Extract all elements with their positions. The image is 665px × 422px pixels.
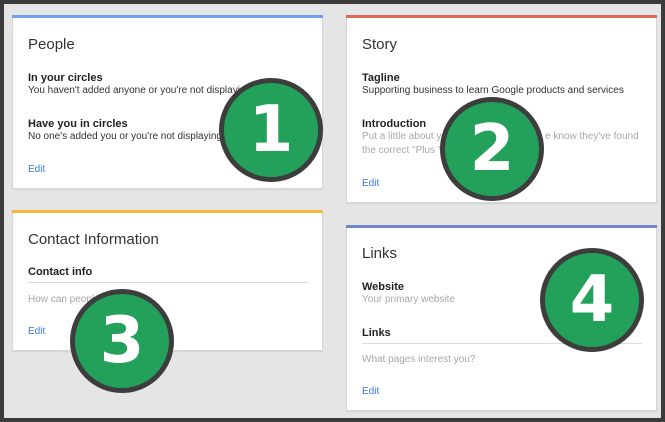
- introduction-text-line2: the correct "Plus Y: [362, 145, 445, 156]
- people-accent-bar: [12, 15, 323, 18]
- links-accent-bar: [346, 225, 657, 228]
- links-placeholder[interactable]: What pages interest you?: [362, 354, 475, 365]
- introduction-text-line1: Put a little about y: [362, 131, 442, 142]
- badge-3: 3: [70, 289, 174, 393]
- introduction-text-line1-end: e know they've found: [545, 131, 639, 142]
- in-circles-text: You haven't added anyone or you're not d…: [28, 85, 252, 96]
- tagline-label: Tagline: [362, 72, 400, 84]
- contact-info-divider: [28, 282, 308, 283]
- in-circles-label: In your circles: [28, 72, 103, 84]
- website-label: Website: [362, 281, 404, 293]
- badge-1: 1: [219, 78, 323, 182]
- story-title: Story: [362, 36, 398, 53]
- tagline-text: Supporting business to learn Google prod…: [362, 85, 624, 96]
- introduction-label: Introduction: [362, 118, 427, 130]
- links-edit-link[interactable]: Edit: [362, 386, 379, 397]
- links-title: Links: [362, 245, 398, 262]
- links-label: Links: [362, 327, 391, 339]
- story-edit-link[interactable]: Edit: [362, 178, 379, 189]
- contact-info-label: Contact info: [28, 266, 93, 278]
- contact-edit-link[interactable]: Edit: [28, 326, 45, 337]
- have-you-in-circles-text: No one's added you or you're not display…: [28, 131, 222, 142]
- badge-2: 2: [440, 97, 544, 201]
- contact-title: Contact Information: [28, 231, 159, 248]
- have-you-in-circles-label: Have you in circles: [28, 118, 128, 130]
- contact-accent-bar: [12, 210, 323, 213]
- story-accent-bar: [346, 15, 657, 18]
- people-edit-link[interactable]: Edit: [28, 164, 45, 175]
- website-placeholder[interactable]: Your primary website: [362, 294, 455, 305]
- badge-4: 4: [540, 248, 644, 352]
- people-title: People: [28, 36, 75, 53]
